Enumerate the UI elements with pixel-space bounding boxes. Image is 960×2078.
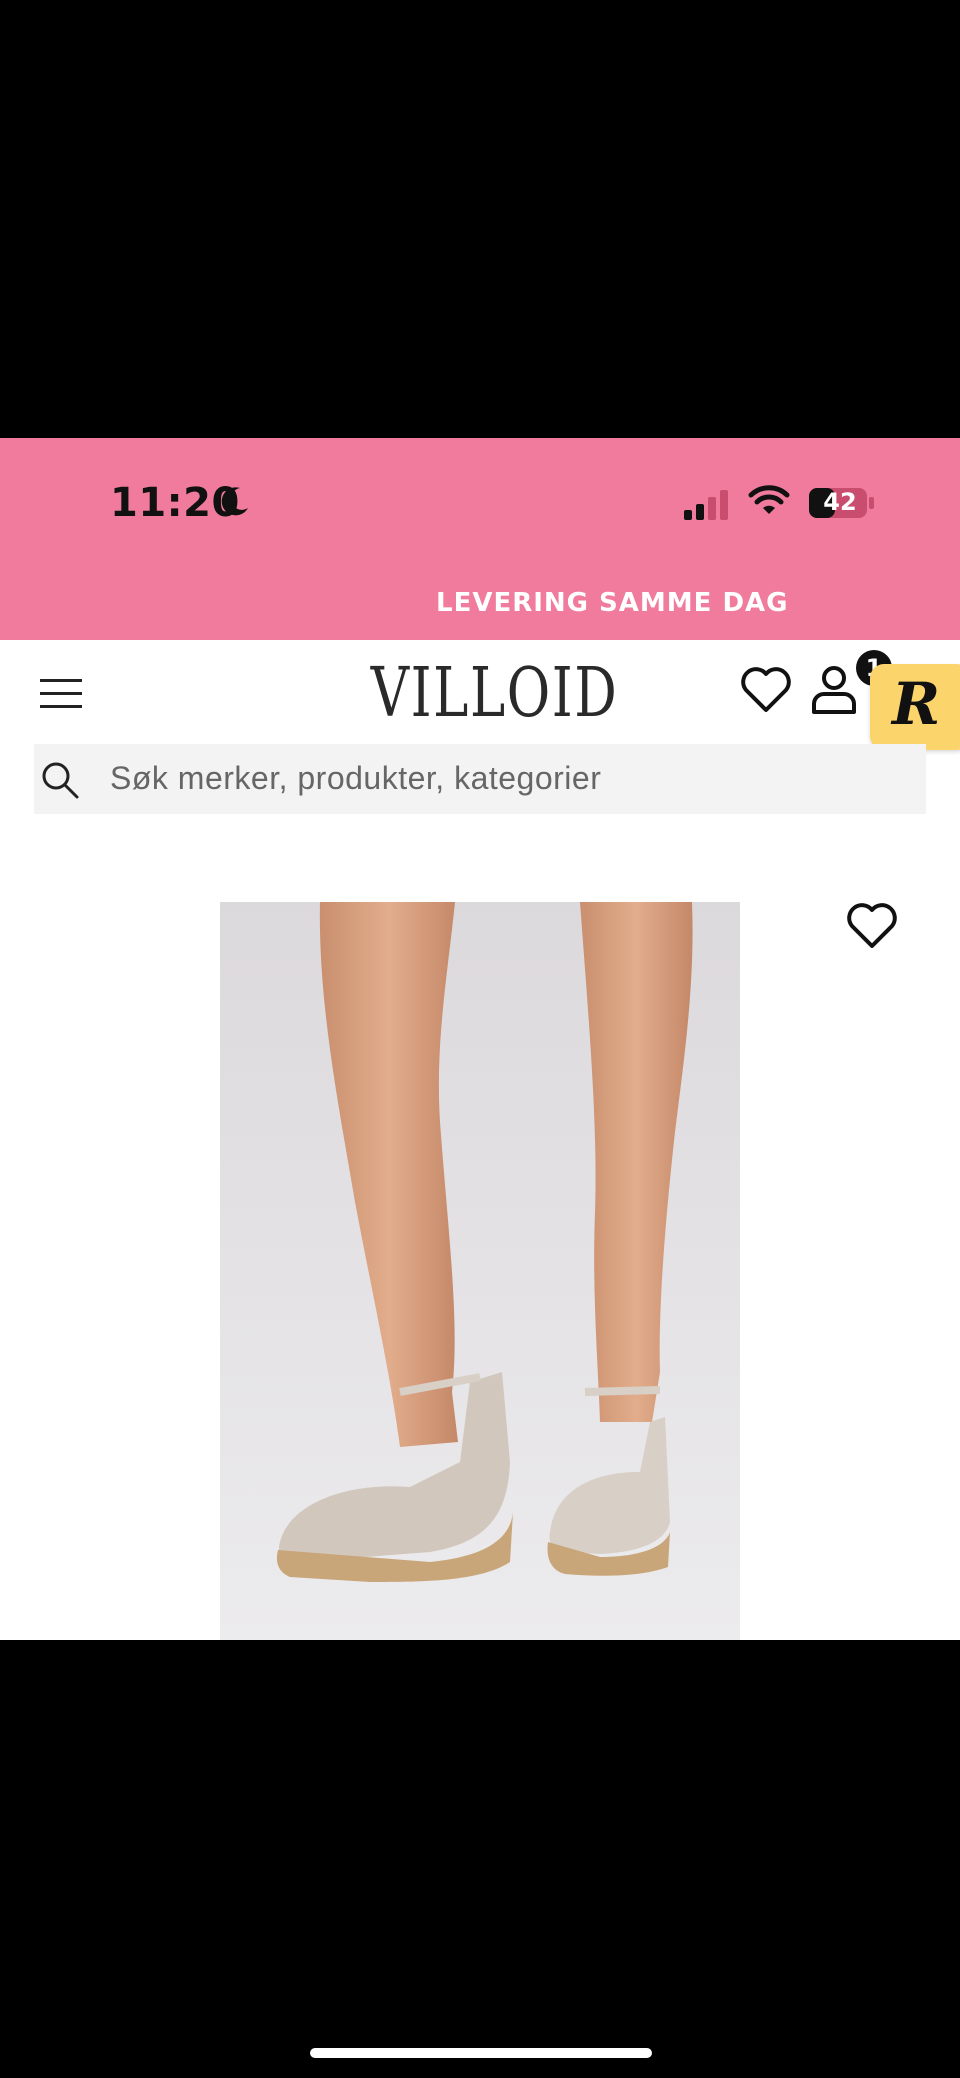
wishlist-heart-icon[interactable] xyxy=(740,666,792,714)
search-input[interactable]: Søk merker, produkter, kategorier xyxy=(34,744,926,814)
wifi-icon xyxy=(748,485,790,514)
search-icon xyxy=(42,762,79,799)
menu-icon[interactable] xyxy=(38,674,84,714)
moon-icon xyxy=(221,487,248,516)
search-placeholder: Søk merker, produkter, kategorier xyxy=(110,760,602,796)
floating-rewards-button[interactable]: R xyxy=(870,664,960,750)
rewards-r-icon: R xyxy=(892,670,941,738)
cellular-signal-icon xyxy=(684,490,728,520)
product-image[interactable] xyxy=(220,902,740,1640)
home-indicator[interactable] xyxy=(310,2048,652,2058)
app-screen: 11:20 42 LEVERING SAMME DAG VILLOID R Sø… xyxy=(0,438,960,1640)
status-and-promo-bar: 11:20 42 LEVERING SAMME DAG xyxy=(0,438,960,640)
espadrille-photo-illustration xyxy=(220,902,740,1640)
site-header: VILLOID 1 R xyxy=(0,640,960,750)
account-user-icon[interactable] xyxy=(810,664,858,716)
site-logo[interactable]: VILLOID xyxy=(371,654,617,733)
add-to-favorites-heart-icon[interactable] xyxy=(846,902,898,950)
battery-level: 42 xyxy=(823,488,857,516)
promo-banner-text[interactable]: LEVERING SAMME DAG xyxy=(436,588,789,618)
